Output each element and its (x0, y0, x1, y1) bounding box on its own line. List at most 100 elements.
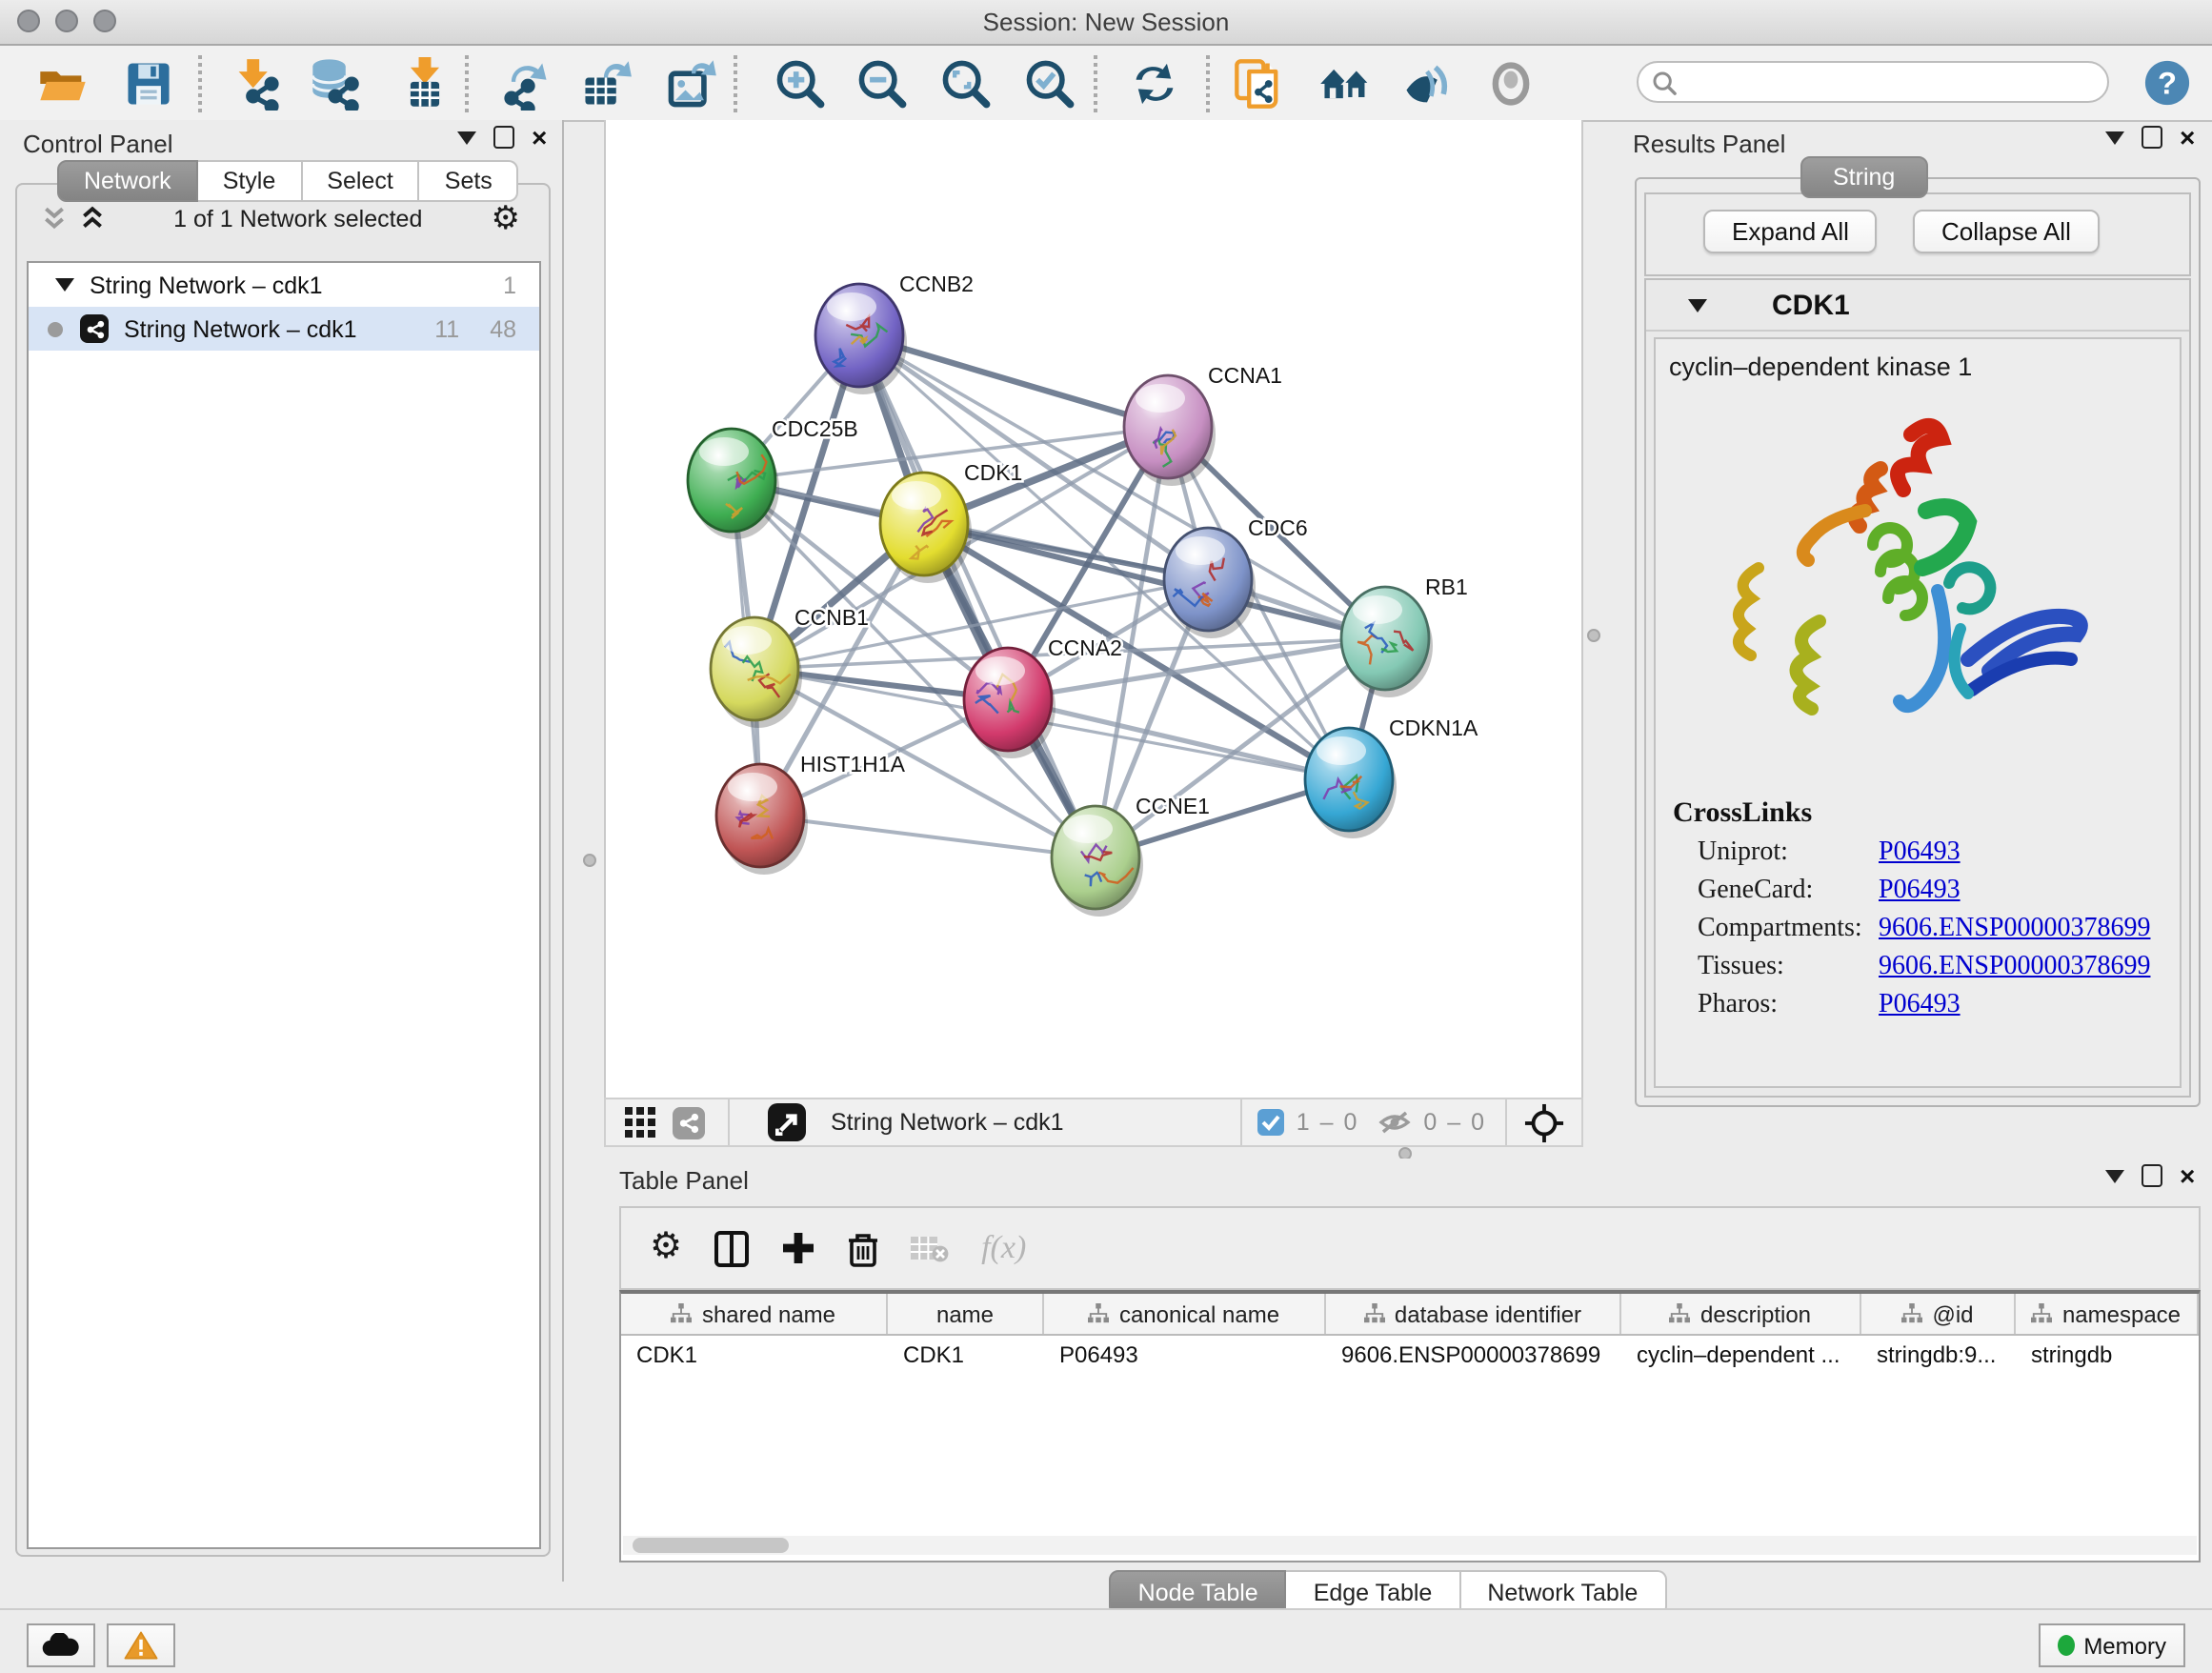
hidden-eye-icon[interactable] (1377, 1109, 1412, 1136)
table-cell[interactable]: 9606.ENSP00000378699 (1326, 1336, 1621, 1374)
delete-column-icon[interactable] (848, 1230, 878, 1266)
results-tab-string[interactable]: String (1800, 156, 1927, 198)
tab-network[interactable]: Network (57, 160, 198, 202)
titlebar: Session: New Session (0, 0, 2212, 46)
network-node-rb1[interactable]: RB1 (1341, 574, 1468, 697)
collection-expand-icon[interactable] (55, 278, 74, 292)
column-header-name[interactable]: name (888, 1294, 1044, 1334)
open-session-icon[interactable] (36, 57, 90, 111)
expand-all-tree-icon[interactable] (80, 206, 105, 232)
delete-table-icon[interactable] (911, 1234, 949, 1262)
crosslink-link[interactable]: P06493 (1879, 838, 1961, 869)
network-canvas[interactable]: CCNB2CCNA1CDC25BCDK1CDC6RB1CCNB1CCNA2CDK… (604, 120, 1583, 1098)
network-node-ccna1[interactable]: CCNA1 (1124, 363, 1282, 486)
crosslink-link[interactable]: P06493 (1879, 877, 1961, 907)
network-node-ccne1[interactable]: CCNE1 (1052, 794, 1210, 917)
table-cell[interactable]: stringdb (2016, 1336, 2199, 1374)
warning-button[interactable] (107, 1623, 175, 1667)
crosslink-link[interactable]: P06493 (1879, 991, 1961, 1021)
column-header-id[interactable]: @id (1861, 1294, 2016, 1334)
export-table-icon[interactable] (579, 57, 633, 111)
table-cell[interactable]: stringdb:9... (1861, 1336, 2016, 1374)
panel-menu-icon[interactable] (2105, 1169, 2124, 1182)
crosslink-link[interactable]: 9606.ENSP00000378699 (1879, 953, 2150, 983)
collapse-all-button[interactable]: Collapse All (1913, 210, 2100, 253)
network-collection-row[interactable]: String Network – cdk1 1 (29, 263, 539, 307)
show-columns-icon[interactable] (714, 1230, 749, 1266)
left-splitter-handle[interactable] (583, 854, 596, 867)
zoom-selected-icon[interactable] (1023, 57, 1076, 111)
panel-float-icon[interactable] (493, 126, 514, 149)
network-node-count: 11 (434, 315, 459, 342)
save-session-icon[interactable] (122, 57, 175, 111)
table-row[interactable]: CDK1CDK1P064939606.ENSP00000378699cyclin… (621, 1336, 2199, 1374)
function-builder-icon[interactable]: f(x) (981, 1229, 1026, 1267)
column-header-databaseidentifier[interactable]: database identifier (1326, 1294, 1621, 1334)
column-header-label: name (936, 1300, 994, 1327)
tab-sets[interactable]: Sets (420, 160, 519, 202)
tab-select[interactable]: Select (302, 160, 420, 202)
panel-menu-icon[interactable] (2105, 131, 2124, 144)
table-horizontal-scrollbar[interactable] (623, 1536, 2197, 1555)
scrollbar-thumb[interactable] (633, 1538, 789, 1553)
column-header-description[interactable]: description (1621, 1294, 1861, 1334)
help-icon[interactable]: ? (2143, 59, 2191, 107)
fit-content-crosshair-icon[interactable] (1524, 1102, 1564, 1142)
show-hide-panels-icon[interactable] (1400, 57, 1454, 111)
network-edge[interactable] (760, 816, 1096, 857)
collapse-all-tree-icon[interactable] (42, 206, 67, 232)
network-node-hist1h1a[interactable]: HIST1H1A (716, 752, 906, 875)
export-image-icon[interactable] (665, 57, 718, 111)
birds-eye-view-icon[interactable] (768, 1103, 806, 1141)
panel-float-icon[interactable] (2142, 1164, 2162, 1187)
column-header-namespace[interactable]: namespace (2016, 1294, 2199, 1334)
selected-checkbox-icon[interactable] (1258, 1109, 1285, 1136)
network-graph[interactable]: CCNB2CCNA1CDC25BCDK1CDC6RB1CCNB1CCNA2CDK… (606, 120, 1581, 1094)
export-network-icon[interactable] (499, 57, 553, 111)
search-box[interactable] (1637, 61, 2109, 103)
panel-menu-icon[interactable] (457, 131, 476, 144)
home-views-icon[interactable] (1318, 57, 1372, 111)
import-table-icon[interactable] (398, 57, 452, 111)
expand-all-button[interactable]: Expand All (1703, 210, 1878, 253)
network-node-cdkn1a[interactable]: CDKN1A (1305, 716, 1478, 838)
network-node-ccnb2[interactable]: CCNB2 (815, 272, 974, 394)
panel-close-icon[interactable]: × (2180, 128, 2195, 147)
column-header-sharedname[interactable]: shared name (621, 1294, 888, 1334)
table-cell[interactable]: P06493 (1044, 1336, 1326, 1374)
table-options-gear-icon[interactable]: ⚙ (650, 1233, 682, 1263)
cloud-button[interactable] (27, 1623, 95, 1667)
column-header-canonicalname[interactable]: canonical name (1044, 1294, 1326, 1334)
tab-style[interactable]: Style (198, 160, 303, 202)
table-cell[interactable]: CDK1 (888, 1336, 1044, 1374)
network-edge[interactable] (859, 335, 1096, 857)
network-options-gear-icon[interactable]: ⚙ (492, 204, 521, 234)
zoom-fit-icon[interactable] (939, 57, 993, 111)
horizontal-splitter-handle[interactable] (1398, 1146, 1412, 1159)
right-splitter-handle[interactable] (1587, 629, 1600, 642)
network-edge[interactable] (1008, 699, 1349, 779)
network-row[interactable]: String Network – cdk1 11 48 (29, 307, 539, 351)
memory-button[interactable]: Memory (2038, 1623, 2185, 1667)
import-network-icon[interactable] (231, 57, 284, 111)
add-column-icon[interactable] (781, 1231, 815, 1265)
crosslink-link[interactable]: 9606.ENSP00000378699 (1879, 915, 2150, 945)
node-result-header[interactable]: CDK1 (1646, 280, 2189, 332)
grid-view-icon[interactable] (625, 1106, 657, 1139)
eye-icon[interactable] (1484, 57, 1538, 111)
refresh-icon[interactable] (1128, 57, 1181, 111)
panel-close-icon[interactable]: × (2180, 1166, 2195, 1185)
zoom-in-icon[interactable] (774, 57, 827, 111)
clone-network-icon[interactable] (1233, 57, 1286, 111)
network-node-cdc6[interactable]: CDC6 (1164, 515, 1308, 638)
table-cell[interactable]: cyclin–dependent ... (1621, 1336, 1861, 1374)
search-input[interactable] (1684, 67, 2107, 97)
import-database-icon[interactable] (309, 57, 362, 111)
string-view-icon[interactable] (673, 1106, 705, 1139)
zoom-out-icon[interactable] (855, 57, 909, 111)
table-cell[interactable]: CDK1 (621, 1336, 888, 1374)
panel-close-icon[interactable]: × (532, 128, 547, 147)
network-node-cdk1[interactable]: CDK1 (880, 460, 1022, 583)
collapse-entry-icon[interactable] (1688, 298, 1707, 312)
panel-float-icon[interactable] (2142, 126, 2162, 149)
